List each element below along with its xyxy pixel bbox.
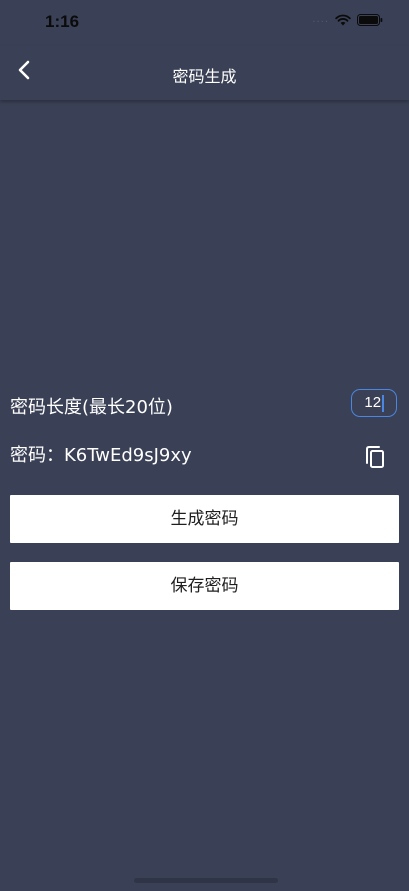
copy-icon	[363, 446, 389, 474]
navigation-bar: 密码生成	[0, 46, 409, 100]
home-indicator	[134, 878, 278, 883]
wifi-icon	[335, 14, 351, 26]
text-caret	[382, 394, 384, 412]
length-value: 12	[364, 394, 382, 411]
copy-button[interactable]	[363, 444, 389, 470]
signal-icon: ....	[312, 14, 329, 25]
battery-icon	[357, 14, 383, 26]
generate-password-button[interactable]: 生成密码	[10, 495, 399, 543]
page-title: 密码生成	[172, 67, 237, 86]
password-generator-screen: 1:16 .... 密码生成 密码长度(最长20位) 12 密码：K6TwEd9…	[0, 0, 409, 891]
password-label: 密码：	[10, 445, 64, 466]
password-value: K6TwEd9sJ9xy	[64, 445, 192, 466]
status-indicators: ....	[312, 14, 383, 26]
save-password-button[interactable]: 保存密码	[10, 562, 399, 610]
length-label: 密码长度(最长20位)	[10, 397, 173, 418]
status-time: 1:16	[45, 12, 80, 31]
status-bar: 1:16 ....	[0, 0, 409, 46]
length-input[interactable]: 12	[351, 389, 397, 417]
password-row: 密码：K6TwEd9sJ9xy	[10, 441, 192, 467]
